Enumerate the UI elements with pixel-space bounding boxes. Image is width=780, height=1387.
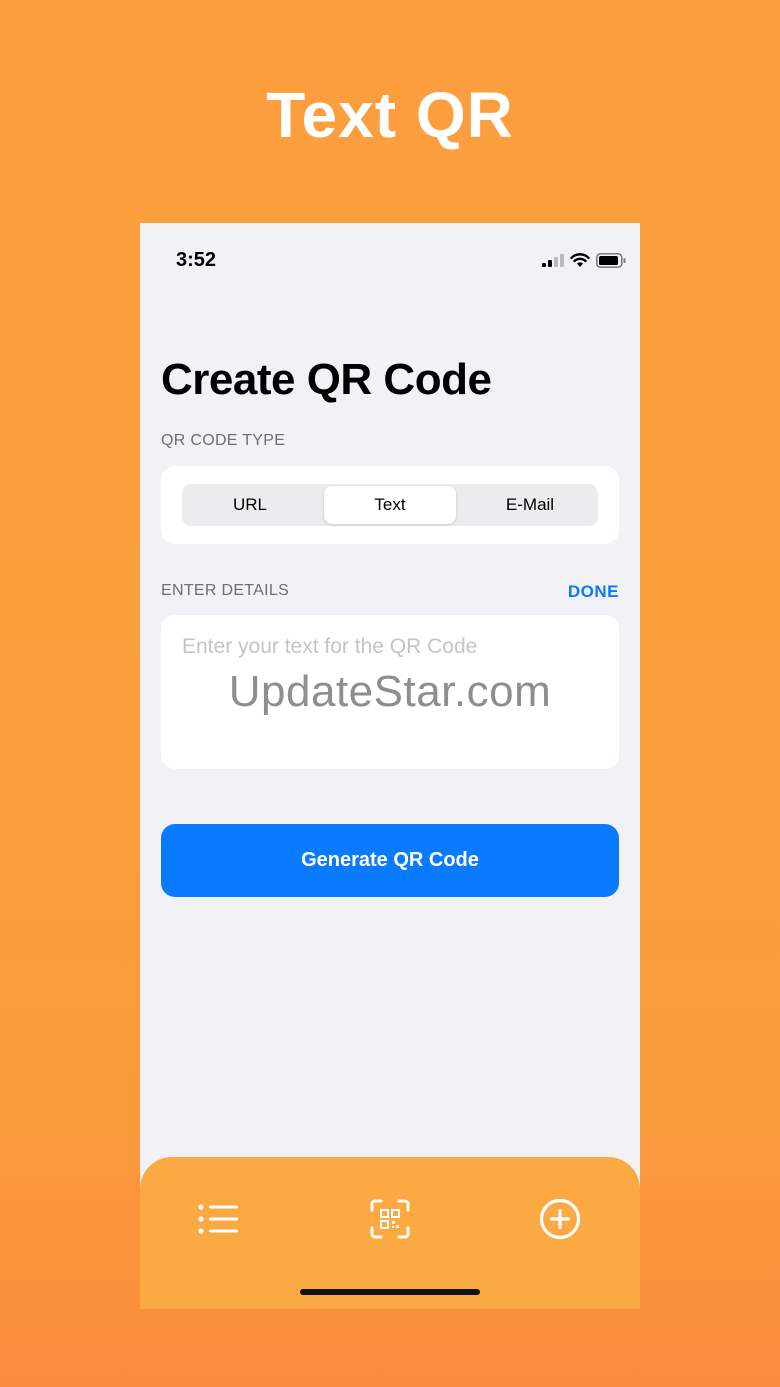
done-button[interactable]: DONE — [568, 582, 619, 602]
details-card: UpdateStar.com — [161, 615, 619, 769]
promo-title: Text QR — [266, 79, 514, 151]
status-bar: 3:52 — [140, 223, 640, 293]
wifi-icon — [570, 252, 590, 268]
status-icons — [542, 251, 626, 269]
qr-type-card: URL Text E-Mail — [161, 466, 619, 544]
add-circle-icon — [538, 1197, 582, 1246]
cellular-signal-icon — [542, 253, 564, 267]
watermark-text: UpdateStar.com — [228, 667, 552, 716]
battery-icon — [596, 252, 626, 268]
home-indicator — [300, 1289, 480, 1295]
list-icon — [197, 1202, 241, 1241]
qr-type-segmented-control: URL Text E-Mail — [182, 484, 598, 526]
status-time: 3:52 — [176, 249, 217, 271]
tab-history[interactable] — [195, 1197, 243, 1245]
page-title: Create QR Code — [161, 355, 492, 404]
segment-text[interactable]: Text — [324, 486, 456, 524]
qr-type-label: QR CODE TYPE — [161, 432, 286, 449]
segment-url[interactable]: URL — [184, 486, 316, 524]
phone-screen: 3:52 Create QR Code QR CODE TYPE URL Tex… — [140, 223, 640, 1309]
tab-create[interactable] — [536, 1197, 584, 1245]
segment-email[interactable]: E-Mail — [464, 486, 596, 524]
qr-text-input[interactable] — [182, 633, 598, 661]
tab-scan[interactable] — [366, 1197, 414, 1245]
qr-scan-icon — [369, 1198, 411, 1245]
details-label: ENTER DETAILS — [161, 582, 290, 599]
generate-qr-button[interactable]: Generate QR Code — [161, 824, 619, 897]
tab-bar — [140, 1157, 640, 1309]
